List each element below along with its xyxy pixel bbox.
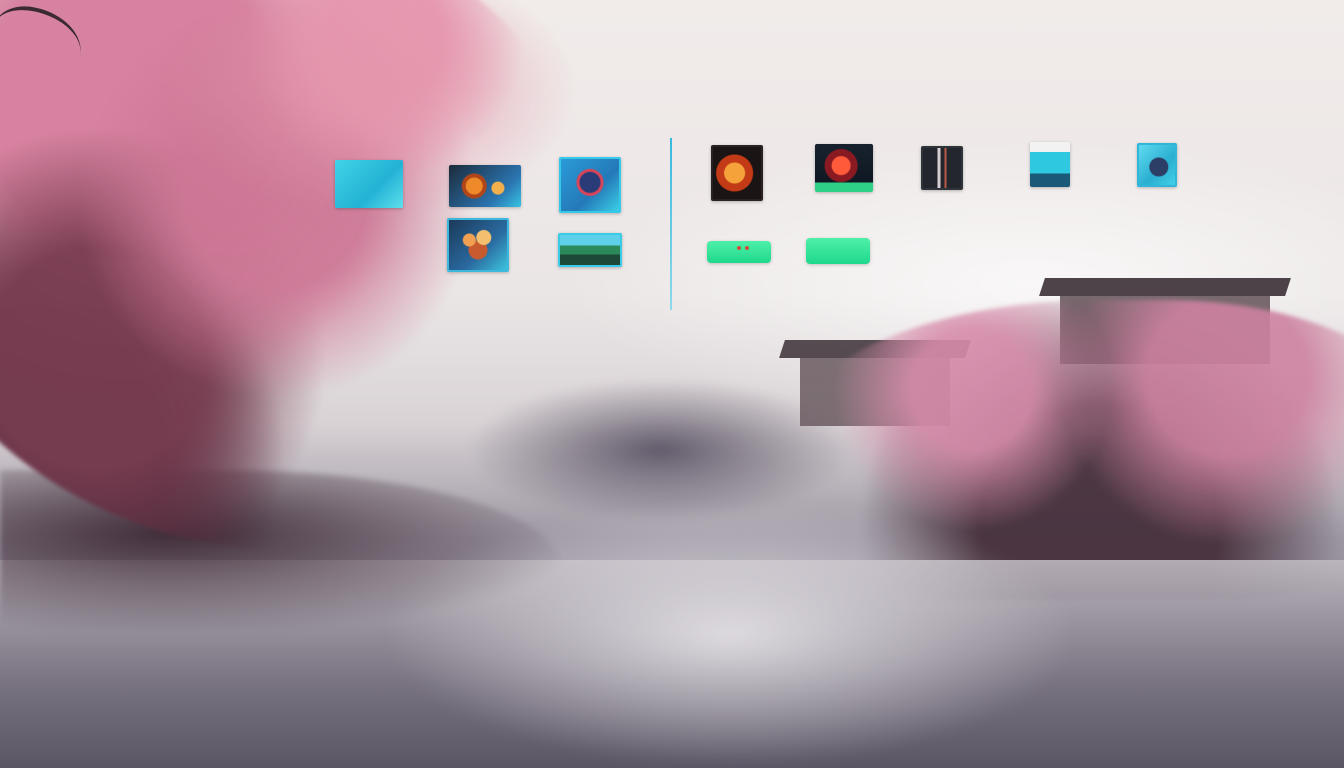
- device-photo-icon[interactable]: [921, 146, 963, 190]
- vertical-divider: [670, 138, 672, 310]
- landscape-photo-icon[interactable]: [558, 233, 622, 267]
- shop-photo-icon[interactable]: [1030, 142, 1070, 187]
- fire-photo-icon[interactable]: [711, 145, 763, 201]
- flowers-photo-icon[interactable]: [447, 218, 509, 272]
- food-photo-icon[interactable]: [449, 165, 521, 207]
- app-window-icon[interactable]: [335, 160, 403, 208]
- desktop-wallpaper: [0, 0, 1344, 768]
- red-photo-icon[interactable]: [815, 144, 873, 192]
- green-pill-button-1[interactable]: [707, 241, 771, 263]
- red-dot-icon: [737, 246, 741, 250]
- globe-photo-icon[interactable]: [559, 157, 621, 213]
- red-dot-icon: [745, 246, 749, 250]
- figure-photo-icon[interactable]: [1137, 143, 1177, 187]
- green-pill-button-2[interactable]: [806, 238, 870, 264]
